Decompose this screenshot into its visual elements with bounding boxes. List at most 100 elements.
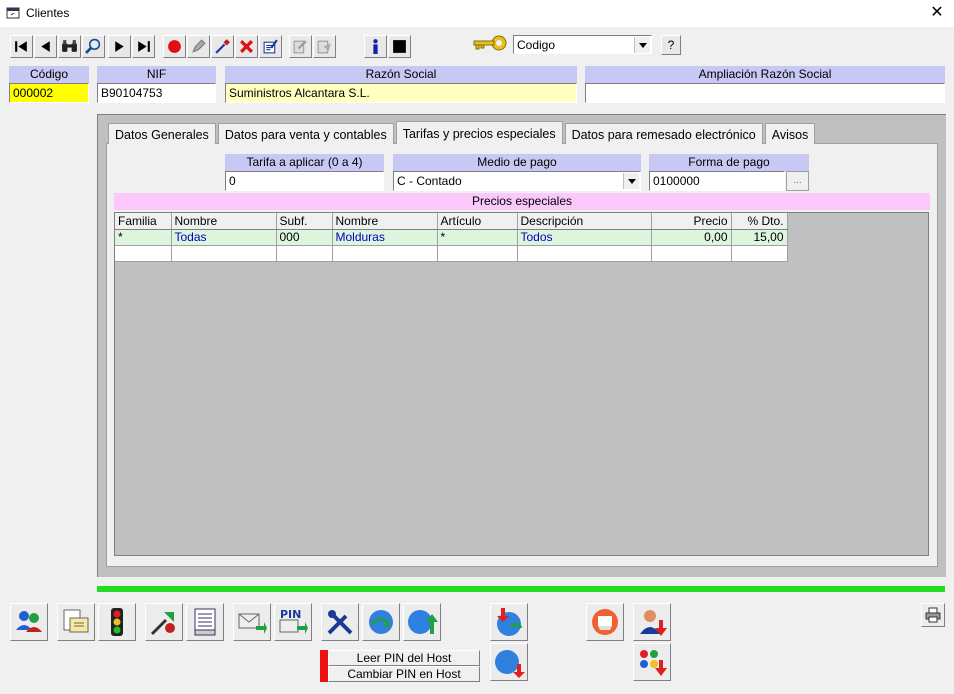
next-record-button[interactable] — [108, 35, 131, 58]
copy-button[interactable] — [289, 35, 312, 58]
traffic-light-button[interactable] — [98, 603, 136, 641]
first-record-button[interactable] — [10, 35, 33, 58]
download-sync-button[interactable] — [490, 603, 528, 641]
documents-button[interactable] — [57, 603, 95, 641]
edit-button[interactable] — [187, 35, 210, 58]
traffic-light-icon — [111, 608, 123, 636]
table-row-empty[interactable] — [115, 245, 788, 262]
next-record-icon — [115, 41, 124, 52]
last-record-button[interactable] — [132, 35, 155, 58]
tab-remesado[interactable]: Datos para remesado electrónico — [564, 123, 763, 144]
col-descuento[interactable]: % Dto. — [731, 213, 788, 230]
title-bar: Clientes ✕ — [0, 0, 954, 28]
settings-tools-button[interactable] — [321, 603, 359, 641]
nif-input[interactable]: B90104753 — [97, 83, 216, 103]
search-field-select[interactable]: Codigo — [513, 35, 652, 54]
window-icon — [6, 7, 20, 19]
cell-subfamilia[interactable]: 000 — [276, 229, 333, 246]
codigo-input[interactable]: 000002 — [9, 83, 89, 103]
window-title: Clientes — [26, 6, 70, 20]
tab-label: Datos para venta y contables — [224, 128, 387, 142]
col-nombre-subfamilia[interactable]: Nombre — [332, 213, 438, 230]
cell-familia[interactable]: * — [115, 229, 172, 246]
globe-upload-icon — [408, 610, 438, 634]
ampliacion-input[interactable] — [585, 83, 945, 103]
zoom-button[interactable] — [82, 35, 105, 58]
contacts-button[interactable] — [10, 603, 48, 641]
tab-datos-venta[interactable]: Datos para venta y contables — [217, 123, 394, 144]
razon-social-input[interactable]: Suministros Alcantara S.L. — [225, 83, 577, 103]
colors-download-button[interactable] — [633, 643, 671, 681]
new-record-button[interactable] — [163, 35, 186, 58]
colors-download-icon — [640, 650, 667, 676]
empty-cell[interactable] — [517, 245, 652, 262]
col-descripcion[interactable]: Descripción — [517, 213, 652, 230]
delete-button[interactable] — [235, 35, 258, 58]
empty-cell[interactable] — [651, 245, 732, 262]
cell-nombre-familia[interactable]: Todas — [171, 229, 277, 246]
change-pin-button[interactable]: Cambiar PIN en Host — [328, 666, 480, 682]
empty-cell[interactable] — [276, 245, 333, 262]
cell-articulo[interactable]: * — [437, 229, 518, 246]
precios-especiales-title: Precios especiales — [114, 193, 930, 210]
forma-pago-browse-button[interactable]: ... — [786, 171, 809, 191]
first-record-icon — [15, 41, 27, 52]
register-button[interactable] — [186, 603, 224, 641]
print-button[interactable] — [921, 603, 945, 627]
tab-label: Avisos — [771, 128, 809, 142]
chevron-down-icon[interactable] — [623, 173, 639, 189]
stop-icon — [393, 40, 406, 53]
tab-tarifas[interactable]: Tarifas y precios especiales — [395, 121, 563, 144]
pick-icon — [215, 39, 230, 54]
info-button[interactable] — [364, 35, 387, 58]
empty-cell[interactable] — [437, 245, 518, 262]
globe-download-icon — [495, 650, 525, 678]
last-record-icon — [138, 41, 150, 52]
forma-pago-input[interactable]: 0100000 — [649, 171, 785, 191]
support-button[interactable] — [586, 603, 624, 641]
forma-pago-label: Forma de pago — [649, 154, 809, 171]
col-subfamilia[interactable]: Subf. — [276, 213, 333, 230]
razon-social-label: Razón Social — [225, 66, 577, 83]
paste-button[interactable] — [313, 35, 336, 58]
col-articulo[interactable]: Artículo — [437, 213, 518, 230]
empty-cell[interactable] — [332, 245, 438, 262]
nif-label: NIF — [97, 66, 216, 83]
cell-nombre-subfamilia[interactable]: Molduras — [332, 229, 438, 246]
close-button[interactable]: ✕ — [924, 2, 950, 24]
tab-avisos[interactable]: Avisos — [764, 123, 816, 144]
cell-precio[interactable]: 0,00 — [651, 229, 732, 246]
globe-sync-icon — [369, 610, 393, 634]
tab-datos-generales[interactable]: Datos Generales — [108, 123, 216, 144]
chevron-down-icon[interactable] — [634, 37, 650, 53]
pick-button[interactable] — [211, 35, 234, 58]
col-precio[interactable]: Precio — [651, 213, 732, 230]
previous-record-button[interactable] — [34, 35, 57, 58]
table-row[interactable]: * Todas 000 Molduras * Todos 0,00 15,00 — [115, 229, 788, 246]
upload-globe-button[interactable] — [403, 603, 441, 641]
medio-pago-select[interactable]: C - Contado — [393, 171, 641, 191]
download-globe-button[interactable] — [490, 643, 528, 681]
medio-pago-label: Medio de pago — [393, 154, 641, 171]
col-nombre-familia[interactable]: Nombre — [171, 213, 277, 230]
cell-descripcion[interactable]: Todos — [517, 229, 652, 246]
tarifa-input[interactable]: 0 — [225, 171, 384, 191]
empty-cell[interactable] — [731, 245, 788, 262]
find-button[interactable] — [58, 35, 81, 58]
tools-money-button[interactable] — [145, 603, 183, 641]
empty-cell[interactable] — [115, 245, 172, 262]
send-mail-button[interactable] — [233, 603, 271, 641]
sync-globe-button[interactable] — [362, 603, 400, 641]
help-button[interactable]: ? — [661, 35, 681, 55]
pin-indicator — [320, 650, 328, 682]
edit-document-button[interactable] — [259, 35, 282, 58]
col-familia[interactable]: Familia — [115, 213, 172, 230]
precios-grid: Familia Nombre Subf. Nombre Artículo Des… — [114, 212, 929, 556]
empty-cell[interactable] — [171, 245, 277, 262]
send-pin-button[interactable]: PIN — [274, 603, 312, 641]
read-pin-button[interactable]: Leer PIN del Host — [328, 650, 480, 666]
stop-button[interactable] — [388, 35, 411, 58]
user-download-button[interactable] — [633, 603, 671, 641]
cell-descuento[interactable]: 15,00 — [731, 229, 788, 246]
key-icon — [472, 34, 508, 54]
